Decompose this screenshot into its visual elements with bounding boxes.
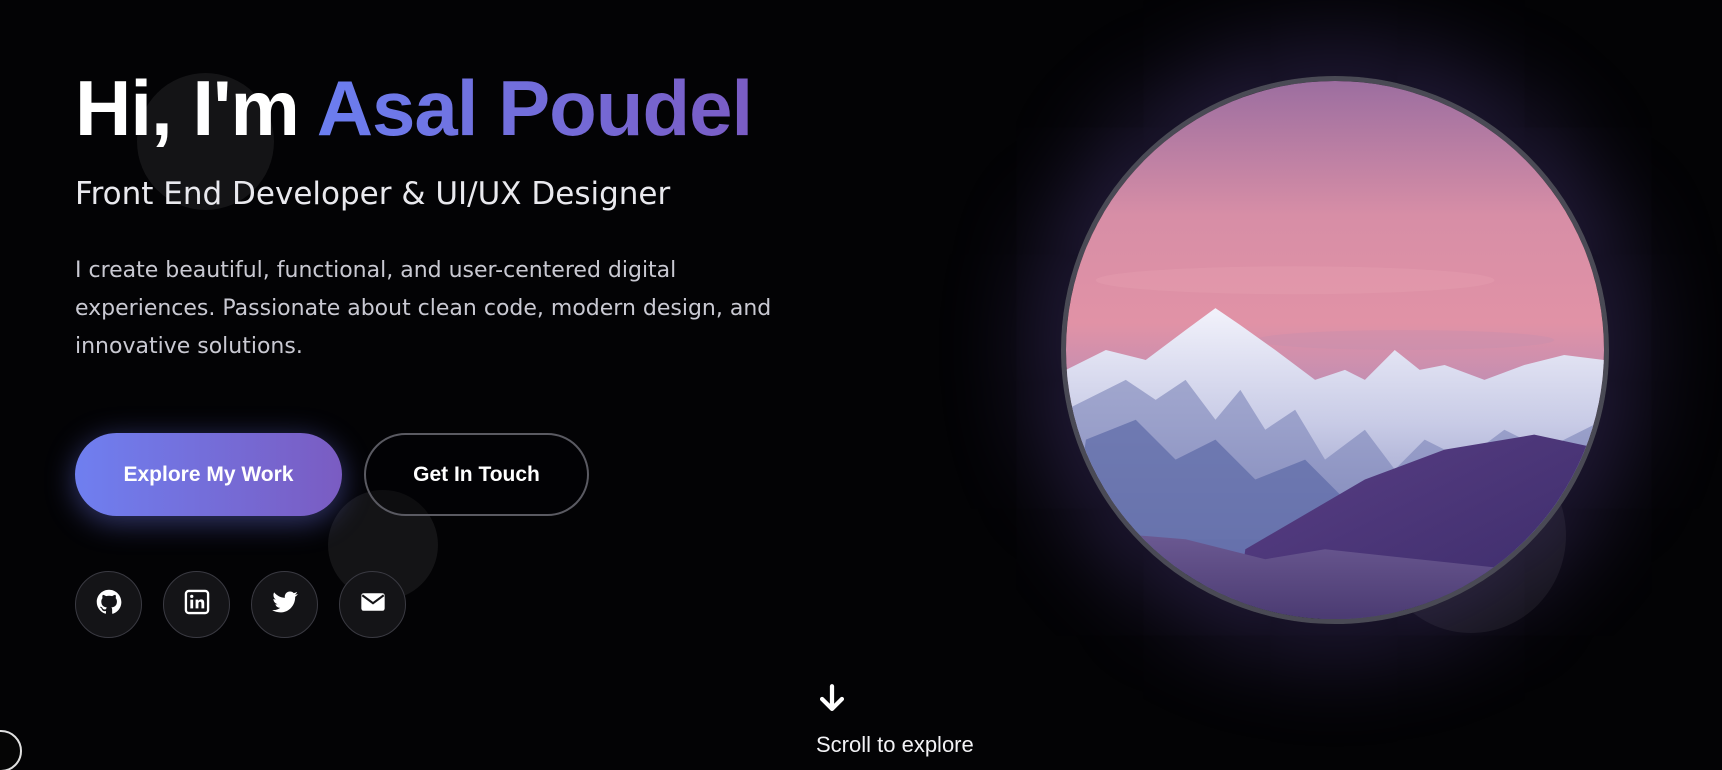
hero-title: Hi, I'm Asal Poudel [75, 60, 835, 156]
corner-badge[interactable] [0, 730, 22, 770]
hero-name: Asal Poudel [316, 64, 753, 152]
hero-subtitle: Front End Developer & UI/UX Designer [75, 176, 671, 212]
github-icon [95, 588, 123, 621]
twitter-link[interactable] [251, 571, 318, 638]
linkedin-icon [183, 588, 211, 621]
hero-section: Hi, I'm Asal Poudel Front End Developer … [75, 60, 835, 366]
arrow-down-icon [815, 682, 849, 721]
envelope-icon [359, 588, 387, 621]
email-link[interactable] [339, 571, 406, 638]
hero-greeting: Hi, I'm [75, 64, 300, 152]
twitter-icon [271, 588, 299, 621]
get-in-touch-button[interactable]: Get In Touch [364, 433, 589, 516]
profile-image [1061, 76, 1609, 624]
scroll-label: Scroll to explore [816, 732, 974, 757]
mountain-illustration [1066, 81, 1604, 619]
social-links [75, 571, 406, 638]
get-in-touch-label: Get In Touch [413, 462, 540, 486]
hero-description: I create beautiful, functional, and user… [75, 258, 772, 359]
github-link[interactable] [75, 571, 142, 638]
explore-work-button[interactable]: Explore My Work [75, 433, 342, 516]
linkedin-link[interactable] [163, 571, 230, 638]
explore-work-label: Explore My Work [123, 462, 294, 486]
